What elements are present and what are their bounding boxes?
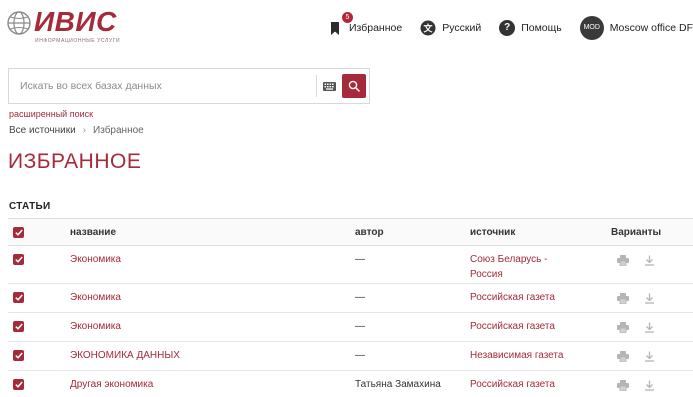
row-actions: [617, 254, 655, 266]
check-icon: [14, 381, 23, 388]
article-title-link[interactable]: ЭКОНОМИКА ДАННЫХ: [70, 348, 180, 363]
table-row: Экономика — Российская газета: [8, 284, 693, 313]
row-checkbox[interactable]: [13, 254, 24, 265]
header: ИВИС информационные услуги 5 Избранное 文…: [0, 0, 693, 56]
avatar: MOD: [579, 16, 604, 40]
print-icon[interactable]: [617, 379, 629, 391]
row-checkbox[interactable]: [13, 292, 24, 303]
bookmark-icon: 5: [327, 12, 353, 36]
favorites-count-badge: 5: [342, 12, 353, 23]
page-title: ИЗБРАННОЕ: [8, 150, 142, 173]
article-title-link[interactable]: Экономика: [70, 252, 121, 267]
article-author: —: [355, 254, 365, 265]
help-link[interactable]: ? Помощь: [499, 16, 562, 40]
article-source-link[interactable]: Российская газета: [470, 377, 580, 392]
help-icon: ?: [499, 20, 516, 36]
check-icon: [14, 323, 23, 330]
logo-subtitle: информационные услуги: [35, 38, 121, 44]
search-icon: [348, 80, 360, 92]
check-icon: [14, 294, 23, 301]
svg-text:文: 文: [423, 23, 434, 35]
virtual-keyboard-button[interactable]: [316, 75, 342, 97]
breadcrumb-root-link[interactable]: Все источники: [9, 125, 76, 136]
column-header-variants: Варианты: [611, 227, 662, 238]
table-row: Другая экономика Татьяна Замахина Россий…: [8, 371, 693, 397]
row-actions: [617, 379, 655, 391]
row-checkbox[interactable]: [13, 350, 24, 361]
row-actions: [617, 321, 655, 333]
favorites-link[interactable]: 5 Избранное: [327, 12, 403, 40]
table-body: Экономика — Союз Беларусь - Россия Эконо…: [8, 246, 693, 397]
row-actions: [617, 292, 655, 304]
globe-logo-icon: [7, 11, 31, 35]
table-row: ЭКОНОМИКА ДАННЫХ — Независимая газета: [8, 342, 693, 371]
article-author: Татьяна Замахина: [355, 379, 441, 390]
download-icon[interactable]: [643, 379, 655, 391]
article-source-link[interactable]: Российская газета: [470, 290, 580, 305]
top-nav: 5 Избранное 文 Русский ? Помощь MOD Mosco…: [309, 12, 693, 40]
favorites-label: Избранное: [349, 22, 403, 34]
keyboard-icon: [323, 81, 336, 91]
print-icon[interactable]: [617, 254, 629, 266]
download-icon[interactable]: [643, 254, 655, 266]
article-title-link[interactable]: Другая экономика: [70, 377, 153, 392]
row-checkbox[interactable]: [13, 379, 24, 390]
help-label: Помощь: [521, 22, 562, 34]
language-icon: 文: [420, 20, 436, 36]
row-checkbox[interactable]: [13, 321, 24, 332]
table-header-row: название автор источник Варианты: [8, 219, 693, 246]
download-icon[interactable]: [643, 321, 655, 333]
advanced-search-link[interactable]: расширенный поиск: [9, 109, 93, 119]
print-icon[interactable]: [617, 350, 629, 362]
download-icon[interactable]: [643, 350, 655, 362]
print-icon[interactable]: [617, 321, 629, 333]
select-all-checkbox[interactable]: [13, 227, 24, 238]
article-source-link[interactable]: Союз Беларусь - Россия: [470, 252, 580, 282]
section-title: СТАТЬИ: [9, 201, 51, 212]
article-title-link[interactable]: Экономика: [70, 290, 121, 305]
breadcrumb: Все источники › Избранное: [9, 125, 144, 136]
table-row: Экономика — Союз Беларусь - Россия: [8, 246, 693, 284]
user-menu[interactable]: MOD Moscow office DF: [579, 16, 693, 40]
article-author: —: [355, 350, 365, 361]
article-title-link[interactable]: Экономика: [70, 319, 121, 334]
column-header-title[interactable]: название: [70, 225, 116, 240]
breadcrumb-current: Избранное: [93, 125, 144, 136]
article-author: —: [355, 292, 365, 303]
table-row: Экономика — Российская газета: [8, 313, 693, 342]
check-icon: [14, 229, 23, 236]
search-input[interactable]: [10, 70, 310, 102]
download-icon[interactable]: [643, 292, 655, 304]
column-header-source[interactable]: источник: [470, 225, 580, 240]
favorites-table: название автор источник Варианты Экономи…: [8, 218, 693, 397]
chevron-right-icon: ›: [82, 125, 87, 136]
article-author: —: [355, 321, 365, 332]
article-source-link[interactable]: Независимая газета: [470, 348, 580, 363]
column-header-author[interactable]: автор: [355, 225, 384, 240]
logo-text: ИВИС: [34, 6, 117, 37]
language-label: Русский: [442, 22, 482, 34]
check-icon: [14, 256, 23, 263]
check-icon: [14, 352, 23, 359]
user-label: Moscow office DF: [609, 22, 693, 34]
row-actions: [617, 350, 655, 362]
search-box: [8, 68, 370, 104]
print-icon[interactable]: [617, 292, 629, 304]
search-button[interactable]: [342, 74, 366, 98]
logo[interactable]: ИВИС информационные услуги: [6, 6, 126, 46]
language-selector[interactable]: 文 Русский: [420, 16, 481, 40]
article-source-link[interactable]: Российская газета: [470, 319, 580, 334]
